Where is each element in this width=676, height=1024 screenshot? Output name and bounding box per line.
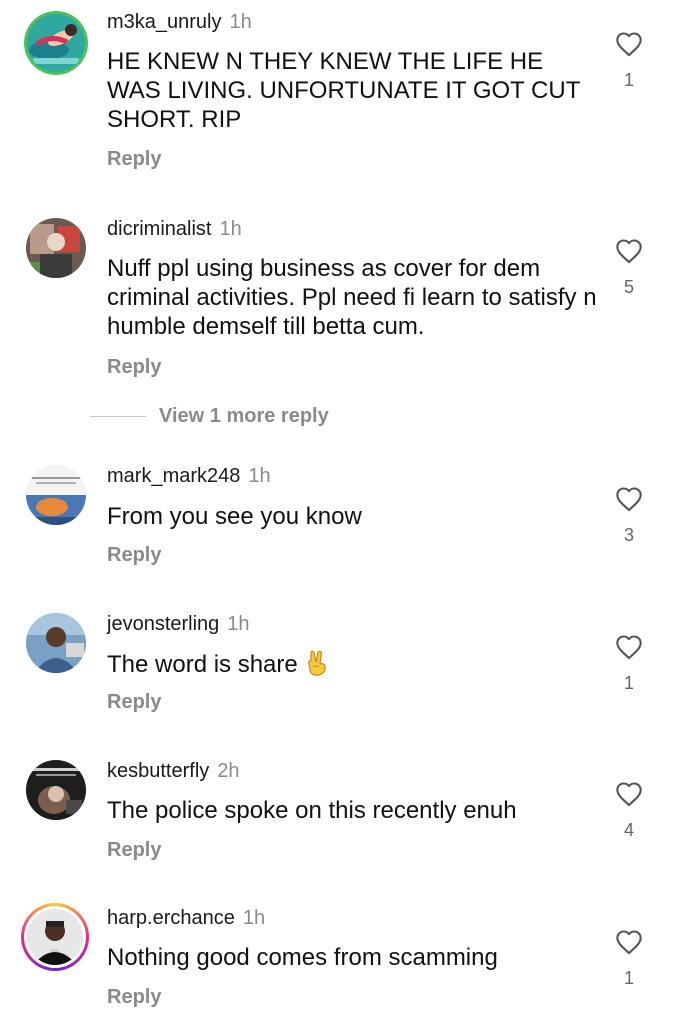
like-button[interactable]: 4 — [610, 781, 648, 841]
comment-meta: kesbutterfly 2h — [107, 759, 240, 783]
avatar[interactable] — [26, 218, 86, 278]
comment-text: From you see you know — [107, 503, 362, 530]
comment-meta: dicriminalist 1h — [107, 217, 242, 241]
comment-meta: mark_mark248 1h — [107, 464, 271, 488]
victory-hand-emoji — [304, 649, 330, 677]
username[interactable]: m3ka_unruly — [107, 11, 222, 33]
avatar[interactable] — [26, 613, 86, 673]
divider — [90, 415, 146, 417]
timestamp: 1h — [248, 465, 271, 487]
comment-text: Nothing good comes from scamming — [107, 944, 498, 971]
timestamp: 1h — [229, 11, 252, 33]
like-count: 5 — [623, 277, 634, 297]
view-more-replies-button[interactable]: View 1 more reply — [90, 403, 329, 429]
avatar[interactable] — [24, 11, 88, 75]
reply-button[interactable]: Reply — [107, 690, 161, 714]
comment-meta: m3ka_unruly 1h — [107, 10, 252, 34]
comment-text: Nuff ppl using business as cover for dem… — [107, 255, 597, 340]
username[interactable]: mark_mark248 — [107, 465, 240, 487]
like-count: 1 — [623, 968, 634, 988]
heart-outline-icon[interactable] — [615, 486, 643, 512]
like-count: 1 — [623, 70, 634, 90]
heart-outline-icon[interactable] — [615, 781, 643, 807]
timestamp: 1h — [242, 907, 266, 929]
avatar[interactable] — [21, 903, 89, 971]
timestamp: 1h — [227, 613, 250, 635]
reply-button[interactable]: Reply — [107, 147, 161, 171]
like-count: 4 — [623, 820, 634, 840]
comment-text: The word is share — [107, 649, 597, 679]
heart-outline-icon[interactable] — [615, 929, 643, 955]
like-button[interactable]: 1 — [610, 31, 648, 91]
heart-outline-icon[interactable] — [615, 634, 643, 660]
reply-button[interactable]: Reply — [107, 838, 161, 862]
comment-text: The police spoke on this recently enuh — [107, 797, 517, 824]
timestamp: 1h — [219, 218, 242, 240]
reply-button[interactable]: Reply — [107, 543, 161, 567]
like-count: 3 — [623, 525, 634, 545]
like-button[interactable]: 1 — [610, 929, 648, 989]
comment-meta: harp.erchance 1h — [107, 906, 265, 930]
comment-text: HE KNEW N THEY KNEW THE LIFE HE WAS LIVI… — [107, 48, 580, 133]
username[interactable]: harp.erchance — [107, 907, 235, 929]
heart-outline-icon[interactable] — [615, 31, 643, 57]
username[interactable]: dicriminalist — [107, 218, 211, 240]
timestamp: 2h — [217, 760, 240, 782]
username[interactable]: kesbutterfly — [107, 760, 209, 782]
view-more-replies-label[interactable]: View 1 more reply — [159, 405, 329, 428]
username[interactable]: jevonsterling — [107, 613, 219, 635]
like-button[interactable]: 3 — [610, 486, 648, 546]
avatar[interactable] — [26, 760, 86, 820]
reply-button[interactable]: Reply — [107, 355, 161, 379]
like-button[interactable]: 5 — [610, 238, 648, 298]
like-count: 1 — [623, 673, 634, 693]
like-button[interactable]: 1 — [610, 634, 648, 694]
heart-outline-icon[interactable] — [615, 238, 643, 264]
reply-button[interactable]: Reply — [107, 985, 161, 1009]
comment-text-content: The word is share — [107, 651, 298, 678]
comment-meta: jevonsterling 1h — [107, 612, 250, 636]
avatar[interactable] — [26, 465, 86, 525]
